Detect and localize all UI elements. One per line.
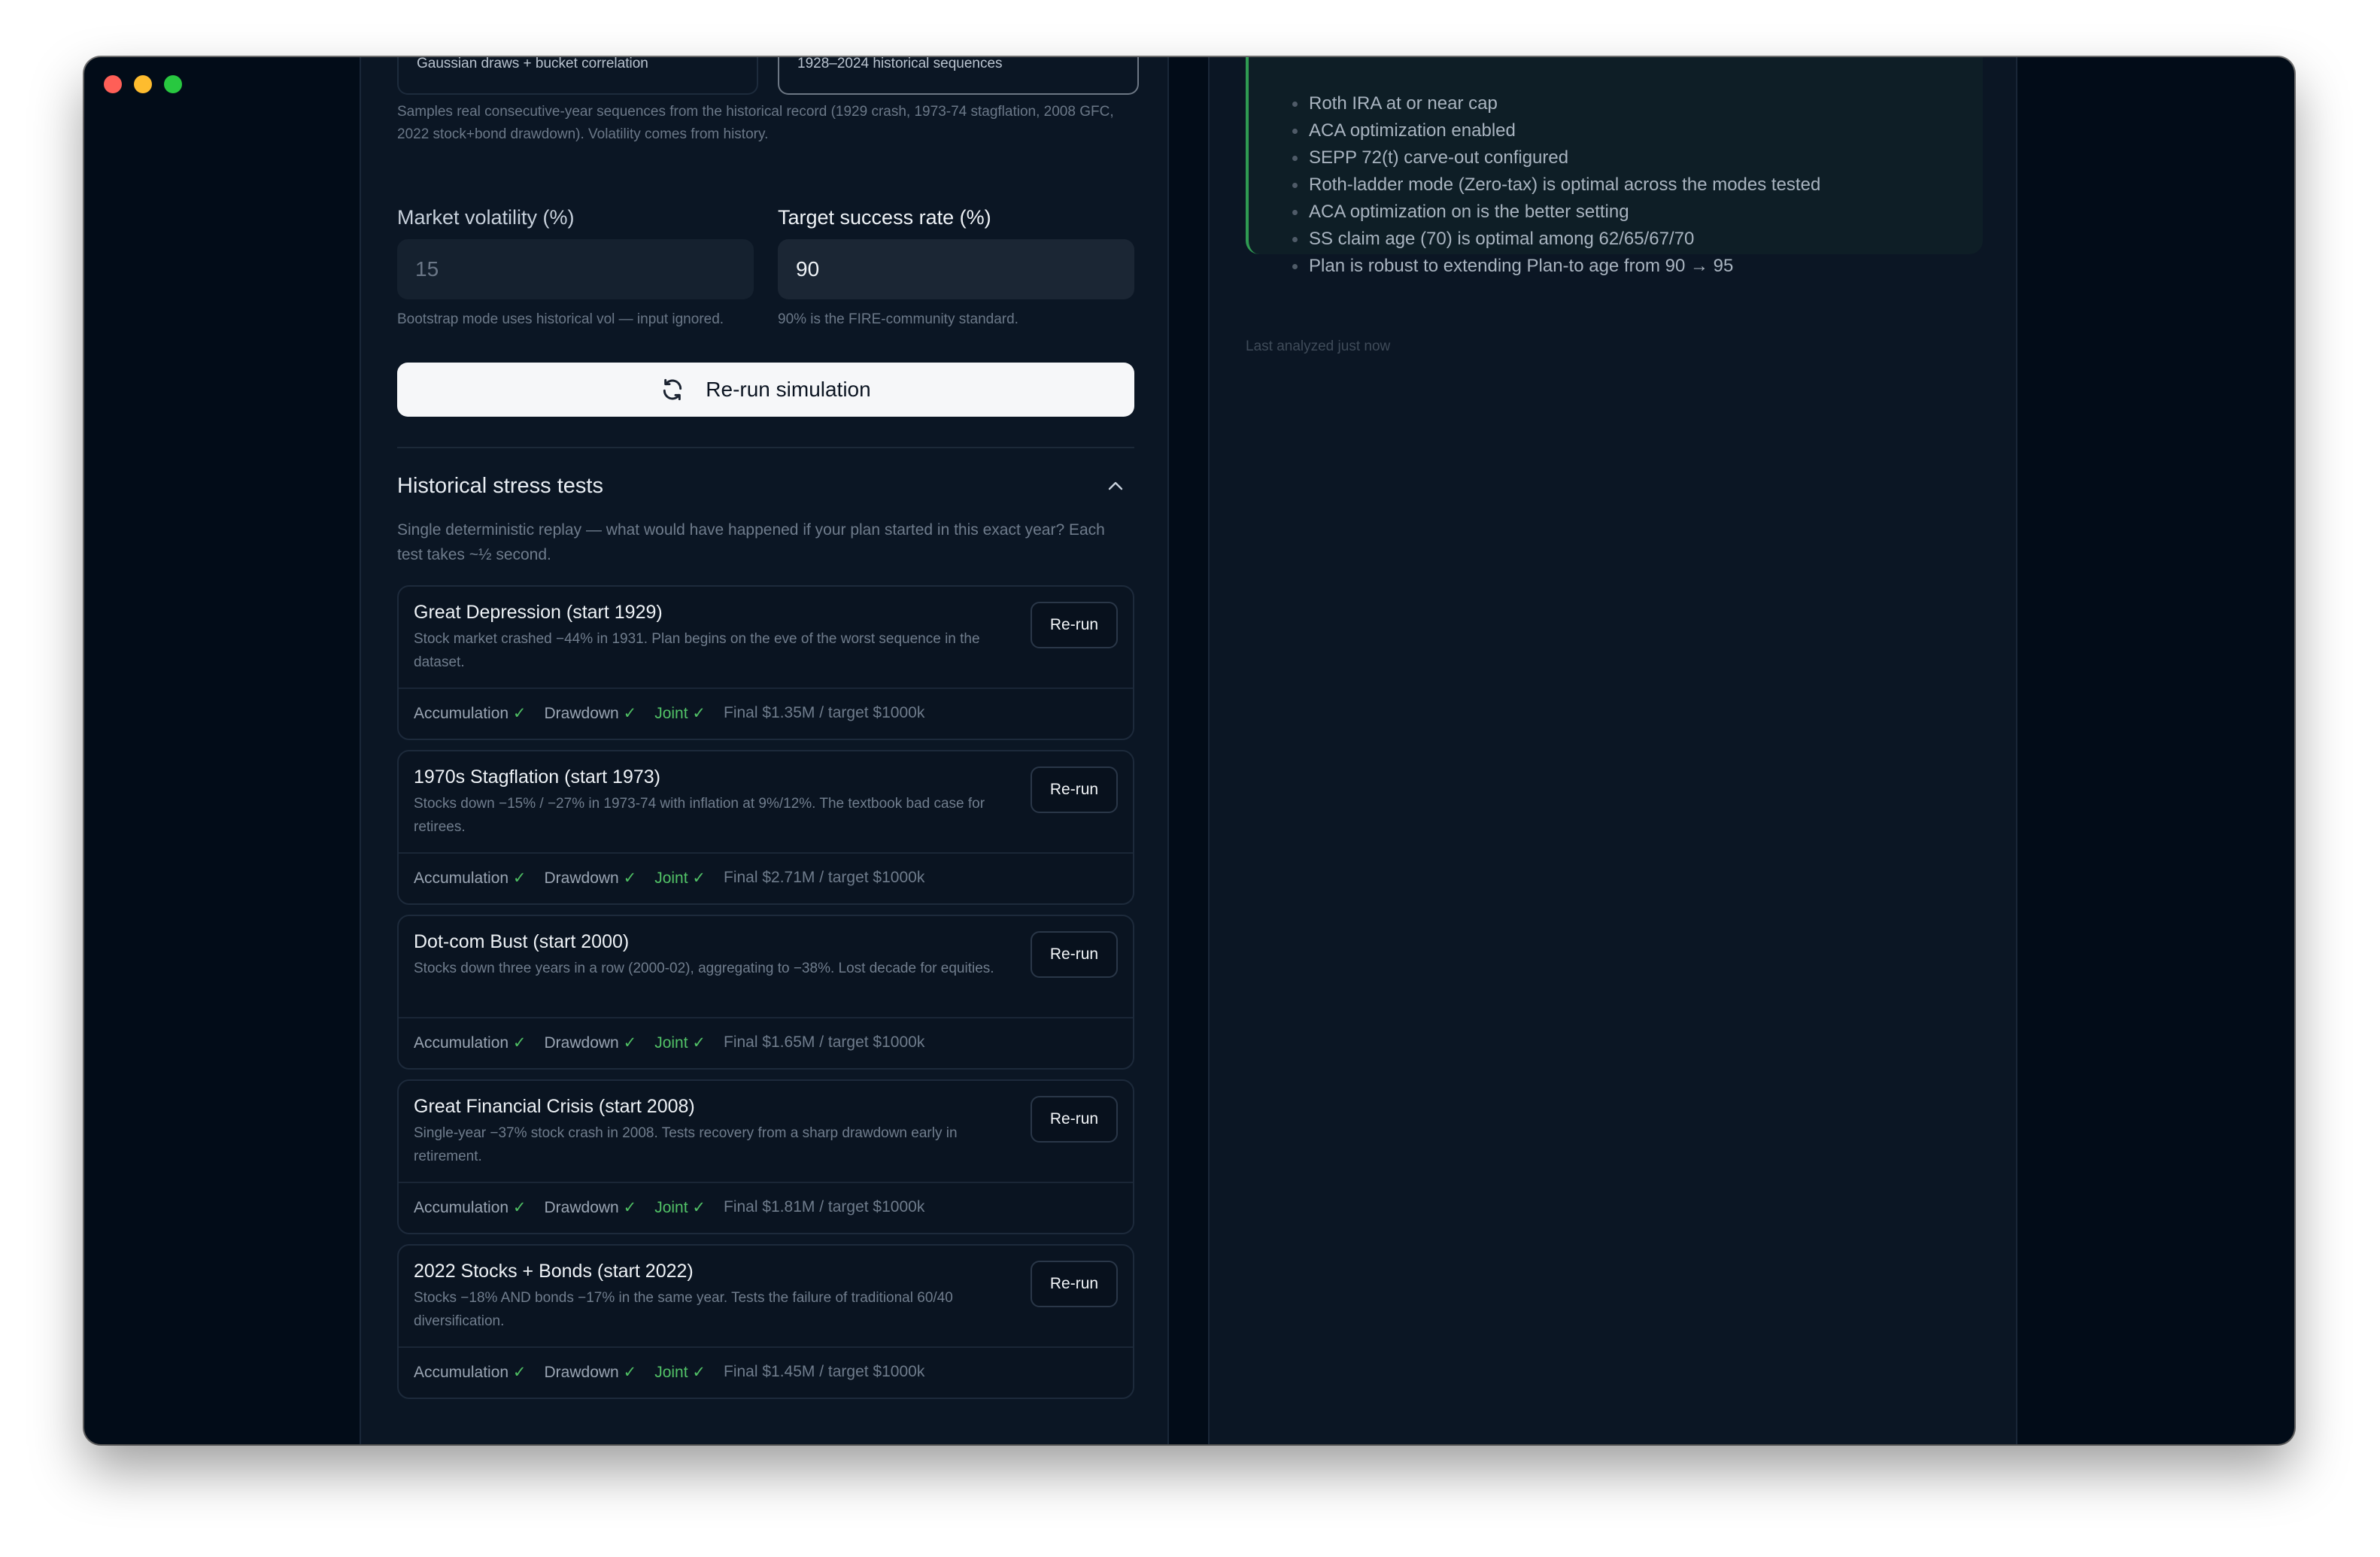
stress-test-title: Great Financial Crisis (start 2008) xyxy=(414,1096,695,1117)
check-icon: ✓ xyxy=(512,1033,527,1052)
drawdown-status: Drawdown ✓ xyxy=(544,1363,637,1381)
joint-status: Joint ✓ xyxy=(654,869,706,887)
check-icon: ✓ xyxy=(512,869,527,887)
accumulation-status: Accumulation ✓ xyxy=(414,869,527,887)
volatility-input[interactable]: 15 xyxy=(397,239,754,299)
stress-test-description: Stocks down three years in a row (2000-0… xyxy=(414,961,994,976)
joint-status: Joint ✓ xyxy=(654,704,706,722)
final-balance: Final $1.35M / target $1000k xyxy=(724,704,925,721)
stress-tests-title: Historical stress tests xyxy=(397,474,603,498)
app-window: Gaussian draws + bucket correlation 1928… xyxy=(84,57,2294,1444)
stress-tests-description: Single deterministic replay — what would… xyxy=(397,521,1105,563)
section-divider xyxy=(397,447,1134,448)
check-icon: ✓ xyxy=(512,1198,527,1216)
stress-test-description: Single-year −37% stock crash in 2008. Te… xyxy=(414,1125,958,1164)
accumulation-status: Accumulation ✓ xyxy=(414,1198,527,1216)
card-divider xyxy=(399,1017,1133,1018)
stress-test-title: 2022 Stocks + Bonds (start 2022) xyxy=(414,1261,694,1282)
mode-option-gaussian[interactable]: Gaussian draws + bucket correlation xyxy=(397,57,758,95)
drawdown-status: Drawdown ✓ xyxy=(544,1198,637,1216)
check-icon: ✓ xyxy=(692,704,706,722)
final-balance: Final $1.65M / target $1000k xyxy=(724,1033,925,1051)
rerun-simulation-label: Re-run simulation xyxy=(706,378,871,401)
stress-test-title: 1970s Stagflation (start 1973) xyxy=(414,766,660,788)
volatility-label: Market volatility (%) xyxy=(397,206,575,229)
joint-status: Joint ✓ xyxy=(654,1033,706,1052)
stress-test-rerun-button[interactable]: Re-run xyxy=(1031,931,1118,978)
accumulation-status: Accumulation ✓ xyxy=(414,1033,527,1052)
rerun-simulation-button[interactable]: Re-run simulation xyxy=(397,363,1134,417)
stress-test-title: Dot-com Bust (start 2000) xyxy=(414,931,630,952)
stress-test-rerun-button[interactable]: Re-run xyxy=(1031,766,1118,813)
maximize-window-button[interactable] xyxy=(164,75,182,93)
check-icon: ✓ xyxy=(692,1363,706,1381)
joint-status: Joint ✓ xyxy=(654,1198,706,1216)
last-analyzed-text: Last analyzed just now xyxy=(1246,338,1391,354)
insight-item: SEPP 72(t) carve-out configured xyxy=(1292,144,1820,171)
check-icon: ✓ xyxy=(512,704,527,722)
drawdown-status: Drawdown ✓ xyxy=(544,704,637,722)
close-window-button[interactable] xyxy=(104,75,122,93)
insight-item: ACA optimization on is the better settin… xyxy=(1292,199,1820,226)
check-icon: ✓ xyxy=(623,1033,637,1052)
check-icon: ✓ xyxy=(512,1363,527,1381)
stress-test-rerun-button[interactable]: Re-run xyxy=(1031,1096,1118,1143)
card-divider xyxy=(399,852,1133,854)
insight-item: Roth-ladder mode (Zero-tax) is optimal a… xyxy=(1292,171,1820,199)
check-icon: ✓ xyxy=(623,704,637,722)
drawdown-status: Drawdown ✓ xyxy=(544,869,637,887)
insights-panel: Roth IRA at or near cap ACA optimization… xyxy=(1208,57,2017,1444)
stress-test-card: 2022 Stocks + Bonds (start 2022) Stocks … xyxy=(397,1244,1134,1399)
accumulation-status: Accumulation ✓ xyxy=(414,1363,527,1381)
target-label: Target success rate (%) xyxy=(778,206,991,229)
check-icon: ✓ xyxy=(692,1033,706,1052)
final-balance: Final $1.45M / target $1000k xyxy=(724,1363,925,1380)
stress-test-rerun-button[interactable]: Re-run xyxy=(1031,1261,1118,1307)
joint-status: Joint ✓ xyxy=(654,1363,706,1381)
check-icon: ✓ xyxy=(692,1198,706,1216)
insights-list: Roth IRA at or near cap ACA optimization… xyxy=(1292,90,1820,280)
insight-item: ACA optimization enabled xyxy=(1292,117,1820,144)
stress-test-description: Stocks down −15% / −27% in 1973-74 with … xyxy=(414,796,985,835)
stress-test-rerun-button[interactable]: Re-run xyxy=(1031,602,1118,648)
mode-option-bootstrap[interactable]: 1928–2024 historical sequences xyxy=(778,57,1139,95)
target-success-input[interactable]: 90 xyxy=(778,239,1134,299)
check-icon: ✓ xyxy=(623,869,637,887)
card-divider xyxy=(399,1182,1133,1183)
stress-test-status: Accumulation ✓ Drawdown ✓ Joint ✓ Final … xyxy=(414,861,924,894)
check-icon: ✓ xyxy=(623,1363,637,1381)
check-icon: ✓ xyxy=(623,1198,637,1216)
stress-test-card: Great Depression (start 1929) Stock mark… xyxy=(397,585,1134,740)
stress-test-card: Great Financial Crisis (start 2008) Sing… xyxy=(397,1079,1134,1234)
stress-test-description: Stocks −18% AND bonds −17% in the same y… xyxy=(414,1290,953,1329)
insight-item: Roth IRA at or near cap xyxy=(1292,90,1820,117)
stress-test-status: Accumulation ✓ Drawdown ✓ Joint ✓ Final … xyxy=(414,1355,924,1389)
final-balance: Final $2.71M / target $1000k xyxy=(724,869,925,886)
simulation-panel: Gaussian draws + bucket correlation 1928… xyxy=(360,57,1169,1444)
accumulation-status: Accumulation ✓ xyxy=(414,704,527,722)
insight-item: Plan is robust to extending Plan-to age … xyxy=(1292,253,1820,280)
stress-test-status: Accumulation ✓ Drawdown ✓ Joint ✓ Final … xyxy=(414,1191,924,1224)
refresh-icon xyxy=(663,378,682,401)
stress-test-title: Great Depression (start 1929) xyxy=(414,602,663,623)
volatility-hint: Bootstrap mode uses historical vol — inp… xyxy=(397,311,724,327)
card-divider xyxy=(399,1346,1133,1348)
card-divider xyxy=(399,687,1133,689)
chevron-up-icon[interactable] xyxy=(1107,480,1124,492)
mode-description: Samples real consecutive-year sequences … xyxy=(397,104,1114,142)
check-icon: ✓ xyxy=(692,869,706,887)
stress-test-card: 1970s Stagflation (start 1973) Stocks do… xyxy=(397,750,1134,905)
insights-box: Roth IRA at or near cap ACA optimization… xyxy=(1246,57,1983,276)
stress-test-status: Accumulation ✓ Drawdown ✓ Joint ✓ Final … xyxy=(414,1026,924,1059)
final-balance: Final $1.81M / target $1000k xyxy=(724,1198,925,1216)
stress-test-description: Stock market crashed −44% in 1931. Plan … xyxy=(414,631,980,670)
stress-test-status: Accumulation ✓ Drawdown ✓ Joint ✓ Final … xyxy=(414,697,924,730)
insight-item: SS claim age (70) is optimal among 62/65… xyxy=(1292,226,1820,253)
target-hint: 90% is the FIRE-community standard. xyxy=(778,311,1018,327)
stress-test-card: Dot-com Bust (start 2000) Stocks down th… xyxy=(397,915,1134,1070)
minimize-window-button[interactable] xyxy=(134,75,152,93)
drawdown-status: Drawdown ✓ xyxy=(544,1033,637,1052)
